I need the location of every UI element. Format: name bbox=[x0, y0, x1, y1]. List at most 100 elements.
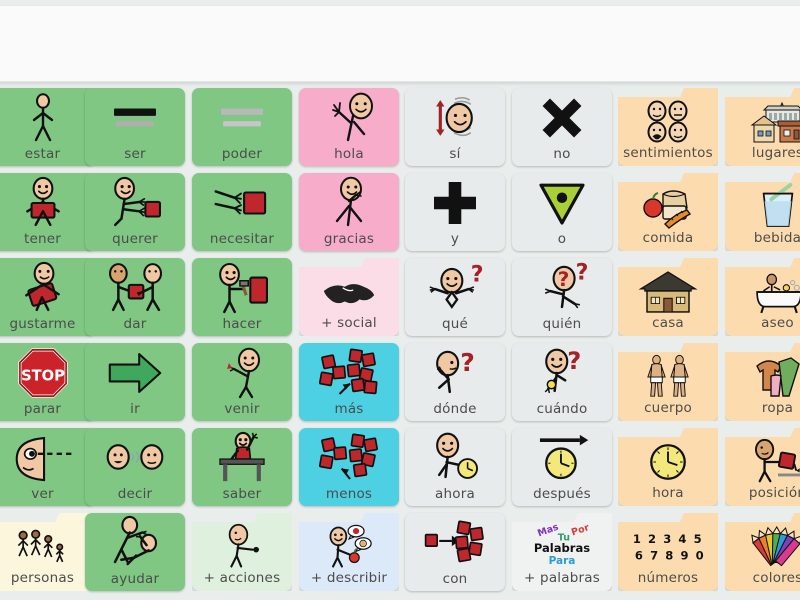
svg-text:6 7 8 9 0: 6 7 8 9 0 bbox=[635, 549, 705, 563]
symbol-cell-querer[interactable]: querer bbox=[85, 173, 185, 251]
person-action-icon bbox=[192, 522, 292, 572]
symbol-label: más bbox=[334, 401, 364, 417]
symbol-label: ir bbox=[130, 401, 140, 417]
two-people-giving-icon bbox=[85, 260, 185, 316]
symbol-cell-ir[interactable]: ir bbox=[85, 343, 185, 421]
symbol-label: cuerpo bbox=[644, 400, 692, 416]
symbol-cell-menos[interactable]: menos bbox=[299, 428, 399, 506]
symbol-label: menos bbox=[325, 486, 373, 502]
symbol-cell-después[interactable]: después bbox=[512, 428, 612, 506]
symbol-cell-describir[interactable]: + describir bbox=[299, 513, 399, 591]
symbol-cell-con[interactable]: con bbox=[405, 513, 505, 591]
symbol-cell-números[interactable]: 1 2 3 4 5 6 7 8 9 0 números bbox=[618, 513, 718, 591]
symbol-cell-cuerpo[interactable]: cuerpo bbox=[618, 343, 718, 421]
symbol-cell-cuándo[interactable]: ? cuándo bbox=[512, 343, 612, 421]
glass-with-straw-icon bbox=[725, 182, 800, 232]
symbol-label: venir bbox=[224, 401, 260, 417]
symbol-label: ser bbox=[124, 146, 146, 162]
symbol-cell-ayudar[interactable]: ayudar bbox=[85, 513, 185, 591]
standing-person-icon bbox=[0, 90, 95, 146]
person-beckoning-icon bbox=[192, 345, 292, 401]
symbol-cell-aseo[interactable]: aseo bbox=[725, 258, 800, 336]
symbol-cell-hola[interactable]: hola bbox=[299, 88, 399, 166]
symbol-cell-social[interactable]: + social bbox=[299, 258, 399, 336]
four-faces-icon bbox=[618, 97, 718, 147]
symbol-cell-poder[interactable]: poder bbox=[192, 88, 292, 166]
symbol-cell-sentimientos[interactable]: sentimientos bbox=[618, 88, 718, 166]
symbol-label: estar bbox=[24, 146, 61, 162]
symbol-cell-quién[interactable]: ? ? quién bbox=[512, 258, 612, 336]
symbol-cell-qué[interactable]: ? qué bbox=[405, 258, 505, 336]
symbol-label: quién bbox=[542, 316, 582, 332]
symbol-cell-saber[interactable]: saber bbox=[192, 428, 292, 506]
symbol-cell-decir[interactable]: decir bbox=[85, 428, 185, 506]
symbol-label: bebida bbox=[753, 230, 800, 246]
symbol-label: dónde bbox=[433, 401, 477, 417]
symbol-label: sentimientos bbox=[623, 145, 713, 161]
bathtub-icon bbox=[725, 267, 800, 317]
symbol-label: con bbox=[442, 571, 468, 587]
block-joining-group-icon bbox=[405, 515, 505, 571]
symbol-cell-hora[interactable]: hora bbox=[618, 428, 718, 506]
symbol-cell-tener[interactable]: tener bbox=[0, 173, 95, 251]
symbol-cell-comida[interactable]: comida bbox=[618, 173, 718, 251]
two-bars-icon bbox=[85, 90, 185, 146]
word-cloud-icon: Mas Tu Por Palabras Para bbox=[512, 522, 612, 572]
symbol-label: comida bbox=[642, 230, 694, 246]
symbol-cell-o[interactable]: o bbox=[512, 173, 612, 251]
symbol-cell-más[interactable]: más bbox=[299, 343, 399, 421]
person-holding-block-icon bbox=[0, 175, 95, 231]
digits-icon: 1 2 3 4 5 6 7 8 9 0 bbox=[618, 522, 718, 572]
symbol-label: y bbox=[450, 231, 460, 247]
symbol-cell-lugares[interactable]: lugares bbox=[725, 88, 800, 166]
person-describing-icon bbox=[299, 522, 399, 572]
symbol-cell-sí[interactable]: sí bbox=[405, 88, 505, 166]
symbol-cell-parar[interactable]: STOP parar bbox=[0, 343, 95, 421]
symbol-cell-ver[interactable]: ver bbox=[0, 428, 95, 506]
symbol-cell-y[interactable]: y bbox=[405, 173, 505, 251]
symbol-cell-personas[interactable]: personas bbox=[0, 513, 95, 591]
symbol-cell-hacer[interactable]: hacer bbox=[192, 258, 292, 336]
buildings-icon bbox=[725, 97, 800, 147]
symbol-cell-colores[interactable]: colores bbox=[725, 513, 800, 591]
svg-text:?: ? bbox=[558, 267, 570, 291]
symbol-label: aseo bbox=[761, 315, 794, 331]
less-blocks-icon bbox=[299, 430, 399, 486]
right-arrow-icon bbox=[85, 345, 185, 401]
symbol-cell-ser[interactable]: ser bbox=[85, 88, 185, 166]
symbol-cell-gracias[interactable]: gracias bbox=[299, 173, 399, 251]
symbol-cell-acciones[interactable]: + acciones bbox=[192, 513, 292, 591]
symbol-cell-palabras[interactable]: Mas Tu Por Palabras Para + palabras bbox=[512, 513, 612, 591]
symbol-label: saber bbox=[222, 486, 262, 502]
two-faces-talking-icon bbox=[85, 430, 185, 486]
symbol-cell-casa[interactable]: casa bbox=[618, 258, 718, 336]
symbol-cell-no[interactable]: no bbox=[512, 88, 612, 166]
svg-text:Mas: Mas bbox=[536, 522, 560, 540]
aac-board-app: estar ser poder hola sí no sentimientos … bbox=[0, 0, 800, 600]
clock-icon bbox=[618, 437, 718, 487]
triangle-dot-icon bbox=[512, 175, 612, 231]
symbol-cell-estar[interactable]: estar bbox=[0, 88, 95, 166]
symbol-cell-bebida[interactable]: bebida bbox=[725, 173, 800, 251]
student-raising-hand-icon bbox=[192, 430, 292, 486]
symbol-cell-necesitar[interactable]: necesitar bbox=[192, 173, 292, 251]
message-window[interactable] bbox=[0, 5, 800, 82]
symbol-cell-ropa[interactable]: ropa bbox=[725, 343, 800, 421]
stop-sign-icon: STOP bbox=[0, 345, 95, 401]
symbol-cell-gustarme[interactable]: gustarme bbox=[0, 258, 95, 336]
symbol-cell-ahora[interactable]: ahora bbox=[405, 428, 505, 506]
symbol-cell-posición[interactable]: posición bbox=[725, 428, 800, 506]
symbol-cell-venir[interactable]: venir bbox=[192, 343, 292, 421]
symbol-label: lugares bbox=[751, 145, 800, 161]
eye-looking-icon bbox=[0, 430, 95, 486]
waving-person-icon bbox=[299, 90, 399, 146]
symbol-cell-dar[interactable]: dar bbox=[85, 258, 185, 336]
symbol-cell-dónde[interactable]: ? dónde bbox=[405, 343, 505, 421]
x-cross-icon bbox=[512, 90, 612, 146]
svg-text:Palabras: Palabras bbox=[534, 541, 590, 555]
house-icon bbox=[618, 267, 718, 317]
symbol-label: colores bbox=[752, 570, 800, 586]
symbol-label: qué bbox=[441, 316, 469, 332]
person-hammering-icon bbox=[192, 260, 292, 316]
food-bread-apple-icon bbox=[618, 182, 718, 232]
